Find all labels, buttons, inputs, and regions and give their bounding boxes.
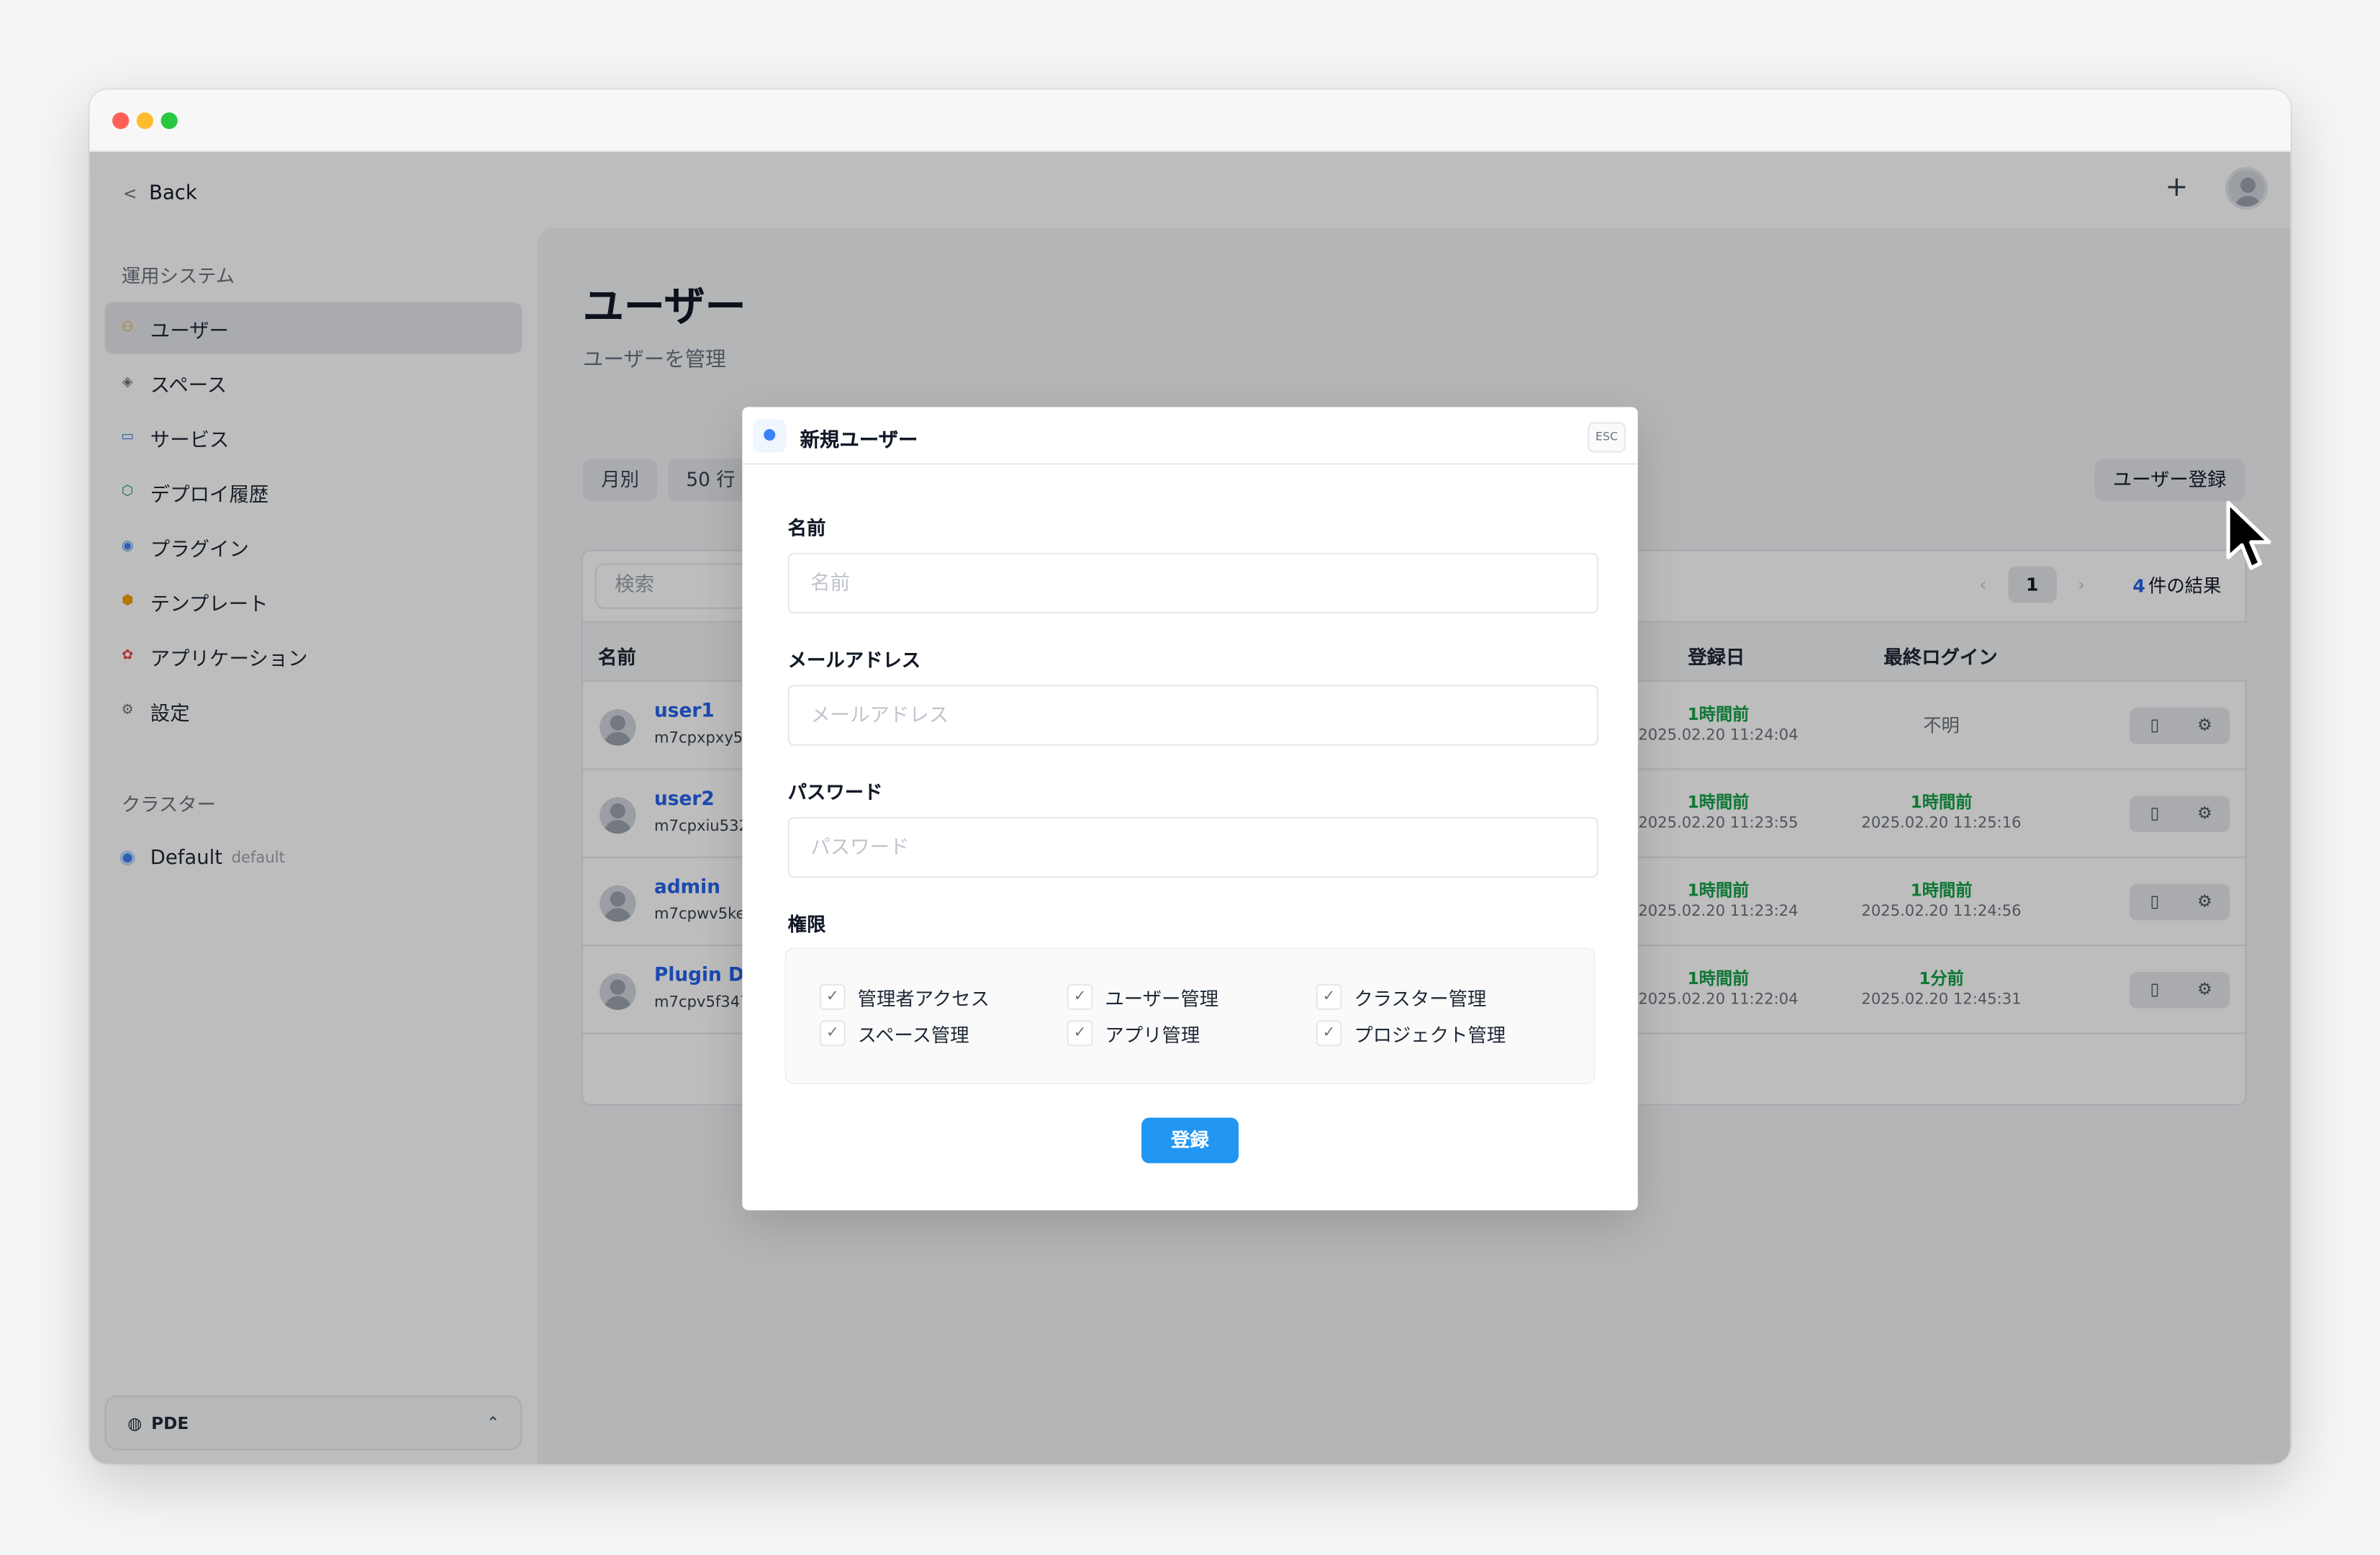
- user-icon: ●: [753, 419, 787, 453]
- permission-label: アプリ管理: [1105, 1023, 1200, 1047]
- permission-label: プロジェクト管理: [1354, 1023, 1506, 1047]
- app-content: < Back + 運用システム ⚇ ユーザー ◈ スペース ▭ サービス ⬡ デプロイ履歴 ◉ プ…: [89, 151, 2291, 1464]
- check-icon[interactable]: ✓: [819, 1020, 846, 1047]
- titlebar: [89, 89, 2291, 152]
- close-window-button[interactable]: [112, 112, 130, 130]
- permission-checkbox-3[interactable]: ✓ スペース管理: [819, 1019, 969, 1047]
- permissions-label: 権限: [787, 912, 826, 936]
- app-window: < Back + 運用システム ⚇ ユーザー ◈ スペース ▭ サービス ⬡ デプロイ履歴 ◉ プ…: [89, 89, 2291, 1464]
- check-icon[interactable]: ✓: [1316, 983, 1342, 1010]
- password-input[interactable]: [787, 816, 1598, 878]
- check-icon[interactable]: ✓: [819, 983, 846, 1010]
- permissions-group: ✓ 管理者アクセス ✓ ユーザー管理 ✓ クラスター管理 ✓ スペース管理 ✓ アプリ管理 ✓ プロジ…: [784, 947, 1596, 1085]
- permission-checkbox-0[interactable]: ✓ 管理者アクセス: [819, 983, 990, 1011]
- permission-checkbox-2[interactable]: ✓ クラスター管理: [1316, 983, 1487, 1011]
- password-label: パスワード: [787, 780, 883, 803]
- check-icon[interactable]: ✓: [1067, 1020, 1093, 1047]
- submit-button[interactable]: 登録: [1141, 1117, 1239, 1163]
- check-icon[interactable]: ✓: [1067, 983, 1093, 1010]
- name-label: 名前: [787, 516, 826, 539]
- permission-checkbox-1[interactable]: ✓ ユーザー管理: [1067, 983, 1218, 1011]
- permission-label: 管理者アクセス: [857, 987, 990, 1010]
- modal-header: ● 新規ユーザー ESC: [742, 407, 1638, 465]
- email-input[interactable]: [787, 685, 1598, 746]
- mouse-cursor-icon: [2226, 500, 2271, 570]
- check-icon[interactable]: ✓: [1316, 1020, 1342, 1047]
- maximize-window-button[interactable]: [160, 112, 178, 130]
- permission-label: ユーザー管理: [1105, 987, 1219, 1010]
- permission-checkbox-4[interactable]: ✓ アプリ管理: [1067, 1019, 1200, 1047]
- email-label: メールアドレス: [787, 648, 921, 672]
- esc-close-button[interactable]: ESC: [1588, 422, 1626, 453]
- permission-label: スペース管理: [857, 1023, 969, 1047]
- modal-title: 新規ユーザー: [800, 429, 918, 453]
- permission-label: クラスター管理: [1354, 987, 1487, 1010]
- name-input[interactable]: [787, 552, 1598, 614]
- new-user-modal: ● 新規ユーザー ESC 名前 メールアドレス パスワード 権限 ✓ 管理者アクセ…: [742, 407, 1638, 1211]
- minimize-window-button[interactable]: [136, 112, 154, 130]
- permission-checkbox-5[interactable]: ✓ プロジェクト管理: [1316, 1019, 1506, 1047]
